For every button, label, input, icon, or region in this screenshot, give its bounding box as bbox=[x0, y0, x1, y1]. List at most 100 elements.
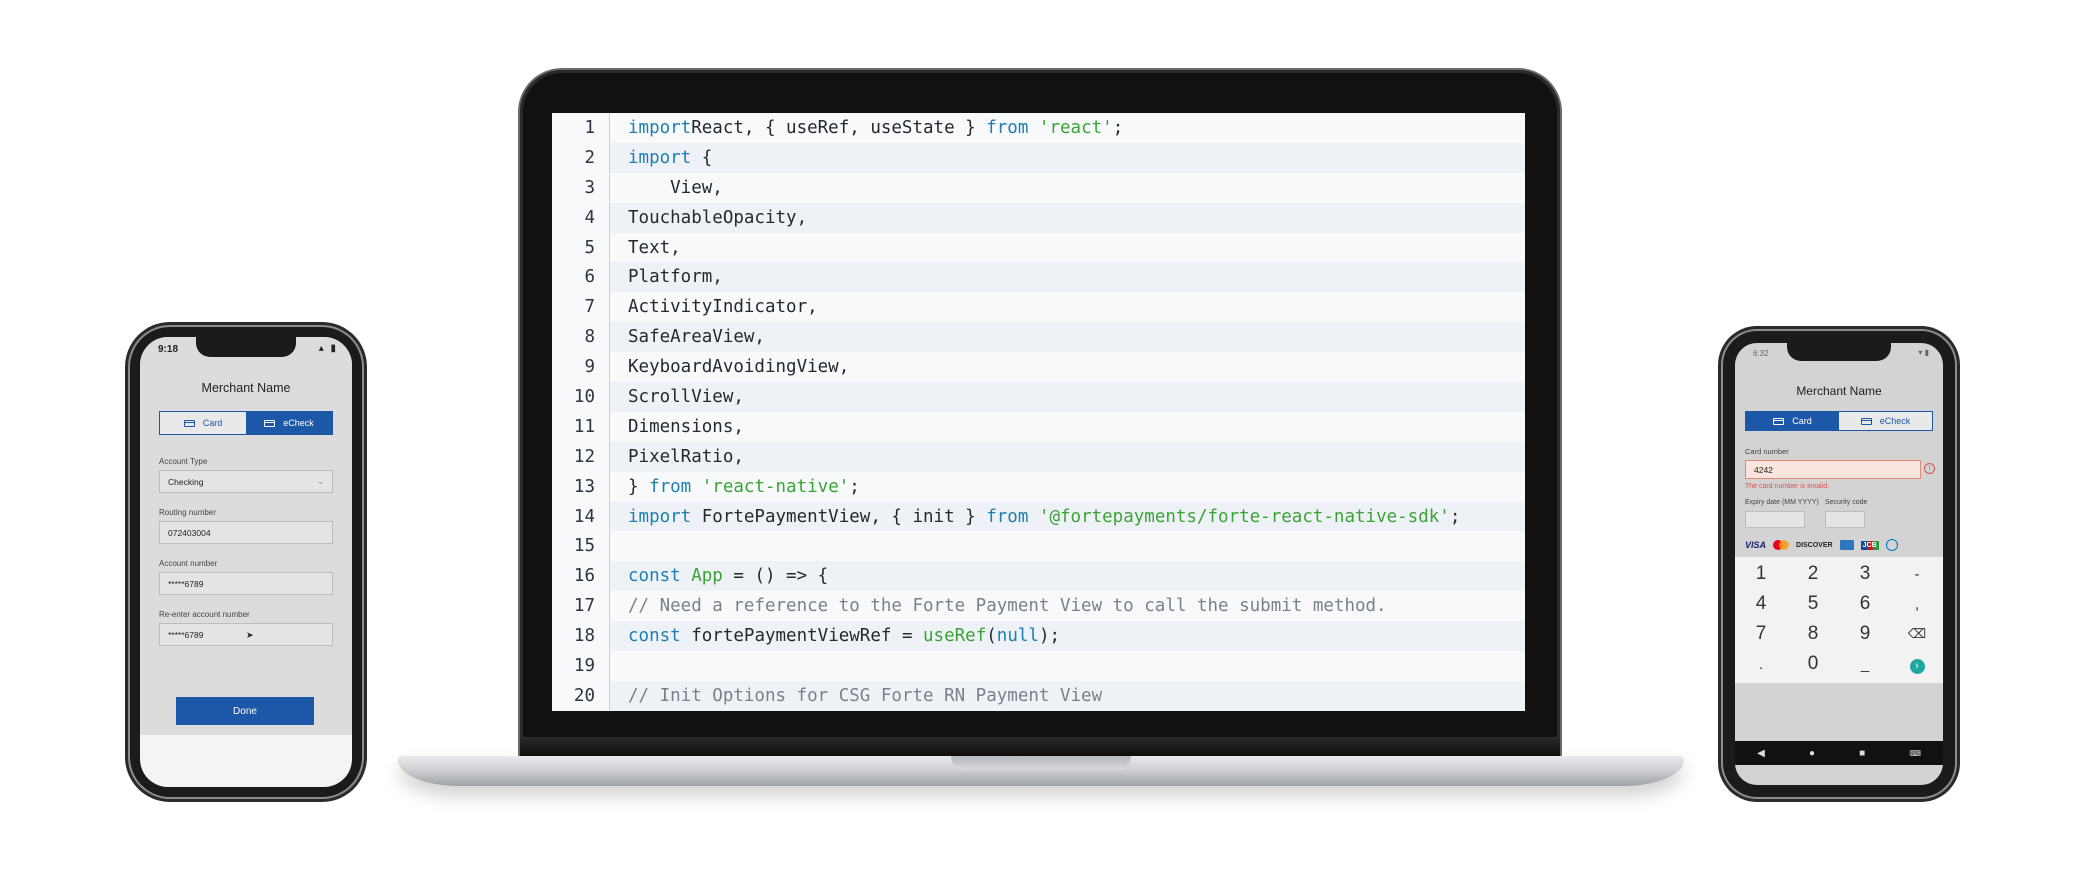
line-number: 2 bbox=[552, 142, 610, 173]
keypad-key[interactable]: 2 bbox=[1787, 563, 1839, 585]
code-token: null bbox=[996, 626, 1039, 647]
keyboard-icon[interactable]: ⌨ bbox=[1909, 749, 1921, 758]
code-text[interactable]: const fortePaymentViewRef = useRef(null)… bbox=[610, 626, 1060, 646]
ios-account-type-value: Checking bbox=[168, 476, 204, 487]
code-line: 13} from 'react-native'; bbox=[552, 471, 1525, 502]
android-security-input[interactable] bbox=[1825, 511, 1865, 528]
keypad-key[interactable]: 7 bbox=[1735, 623, 1787, 645]
code-token: import bbox=[628, 147, 692, 168]
android-numeric-keypad: 1 2 3-4 5 6, 7 8 9 ⌫. 0 _ › bbox=[1735, 557, 1943, 683]
recents-icon[interactable]: ■ bbox=[1859, 748, 1865, 759]
code-text[interactable]: TouchableOpacity, bbox=[610, 208, 807, 228]
back-icon[interactable]: ◀ bbox=[1757, 748, 1765, 759]
code-token: Dimensions, bbox=[628, 416, 744, 437]
keypad-row: 123- bbox=[1735, 559, 1943, 589]
keypad-key[interactable]: , bbox=[1891, 596, 1943, 613]
code-text[interactable]: import FortePaymentView, { init } from '… bbox=[610, 507, 1460, 527]
code-text[interactable]: PixelRatio, bbox=[610, 447, 744, 467]
line-number: 5 bbox=[552, 232, 610, 263]
ios-phone: 9:18 ▴ ▮ Merchant Name Card eCheck Accou… bbox=[130, 327, 362, 797]
keypad-row: 7 8 9 ⌫ bbox=[1735, 619, 1943, 649]
keypad-key[interactable]: 1 bbox=[1735, 563, 1787, 585]
ios-account-type-label: Account Type bbox=[159, 457, 208, 466]
ios-status-time: 9:18 bbox=[158, 344, 179, 355]
keypad-key[interactable]: 5 bbox=[1787, 593, 1839, 615]
android-card-number-input[interactable]: 4242 bbox=[1745, 460, 1921, 479]
keypad-key[interactable]: 8 bbox=[1787, 623, 1839, 645]
code-token: ( bbox=[986, 626, 997, 647]
code-token: React, { useRef, useState } bbox=[691, 117, 987, 138]
line-number: 13 bbox=[552, 471, 610, 502]
code-line: 14 import FortePaymentView, { init } from… bbox=[552, 501, 1525, 532]
line-number: 10 bbox=[552, 382, 610, 412]
ios-tab-echeck-label: eCheck bbox=[283, 418, 314, 428]
code-token: from bbox=[649, 476, 692, 497]
keypad-key[interactable]: › bbox=[1891, 653, 1943, 675]
ios-payment-type-toggle: Card eCheck bbox=[159, 411, 333, 435]
ios-tab-card[interactable]: Card bbox=[160, 412, 246, 434]
code-text[interactable]: import { bbox=[610, 148, 712, 168]
android-tab-echeck[interactable]: eCheck bbox=[1839, 412, 1932, 430]
code-text[interactable]: } from 'react-native'; bbox=[610, 477, 860, 497]
keypad-rows: 1 2 3-4 5 6, 7 8 9 ⌫. 0 _ › bbox=[1735, 557, 1943, 679]
ios-reenter-label: Re-enter account number bbox=[159, 610, 250, 619]
ios-account-type-select[interactable]: Checking ⌄ bbox=[159, 470, 333, 493]
android-card-number-label: Card number bbox=[1745, 447, 1789, 456]
android-card-number-value: 4242 bbox=[1754, 464, 1773, 475]
android-tab-card[interactable]: Card bbox=[1746, 412, 1839, 430]
code-text[interactable]: ActivityIndicator, bbox=[610, 297, 818, 317]
keypad-key[interactable]: 0 bbox=[1787, 653, 1839, 675]
code-token: { bbox=[691, 147, 713, 168]
line-number: 9 bbox=[552, 352, 610, 383]
keypad-key[interactable]: 6 bbox=[1839, 593, 1891, 615]
ios-account-input[interactable]: *****6789 bbox=[159, 572, 333, 595]
code-line: 1 importReact, { useRef, useState } from … bbox=[552, 113, 1525, 143]
code-token: const bbox=[628, 566, 681, 587]
code-token: ); bbox=[1038, 626, 1061, 647]
code-token: from bbox=[986, 506, 1029, 527]
backspace-icon[interactable]: ⌫ bbox=[1891, 626, 1943, 642]
code-line: 7 ActivityIndicator, bbox=[552, 292, 1525, 323]
android-tab-card-label: Card bbox=[1792, 416, 1812, 426]
ios-reenter-input[interactable]: *****6789 ➤ bbox=[159, 623, 333, 646]
code-text[interactable]: KeyboardAvoidingView, bbox=[610, 357, 849, 377]
keypad-key[interactable]: - bbox=[1891, 566, 1943, 583]
code-token: 'react' bbox=[1028, 117, 1113, 138]
code-token: from bbox=[986, 117, 1029, 138]
ios-done-button[interactable]: Done bbox=[176, 697, 314, 725]
keypad-key[interactable]: 3 bbox=[1839, 563, 1891, 585]
code-token: SafeAreaView, bbox=[628, 327, 765, 348]
code-text[interactable]: ScrollView, bbox=[610, 387, 744, 407]
code-text[interactable]: Text, bbox=[610, 238, 681, 258]
code-line: 5 Text, bbox=[552, 232, 1525, 263]
android-expiry-input[interactable] bbox=[1745, 511, 1805, 528]
line-number: 14 bbox=[552, 501, 610, 532]
line-number: 3 bbox=[552, 172, 610, 203]
code-text[interactable]: View, bbox=[610, 178, 723, 198]
keypad-row: 456, bbox=[1735, 589, 1943, 619]
code-line: 19 bbox=[552, 651, 1525, 681]
code-line: 15 bbox=[552, 531, 1525, 562]
ios-routing-input[interactable]: 072403004 bbox=[159, 521, 333, 544]
laptop: 1 importReact, { useRef, useState } from … bbox=[398, 0, 1684, 872]
code-token: ; bbox=[1449, 506, 1461, 527]
ios-tab-echeck[interactable]: eCheck bbox=[246, 412, 332, 434]
code-token: Platform, bbox=[628, 267, 723, 288]
home-icon[interactable]: ● bbox=[1809, 748, 1815, 759]
ios-routing-value: 072403004 bbox=[168, 527, 211, 538]
code-token: useRef bbox=[923, 626, 987, 647]
keypad-key[interactable]: 4 bbox=[1735, 593, 1787, 615]
keypad-key[interactable]: . bbox=[1735, 656, 1787, 673]
laptop-hinge bbox=[520, 737, 1560, 757]
keypad-key[interactable]: 9 bbox=[1839, 623, 1891, 645]
code-text[interactable]: SafeAreaView, bbox=[610, 327, 765, 347]
code-text[interactable]: importReact, { useRef, useState } from '… bbox=[610, 118, 1123, 138]
line-number: 1 bbox=[552, 113, 610, 143]
code-text[interactable]: // Need a reference to the Forte Payment… bbox=[610, 596, 1387, 616]
code-text[interactable]: Dimensions, bbox=[610, 417, 744, 437]
keypad-key[interactable]: _ bbox=[1839, 656, 1891, 673]
code-text[interactable]: // Init Options for CSG Forte RN Payment… bbox=[610, 686, 1102, 706]
code-text[interactable]: Platform, bbox=[610, 267, 723, 287]
code-text[interactable]: const App = () => { bbox=[610, 566, 828, 586]
code-token: = () => { bbox=[722, 566, 829, 587]
